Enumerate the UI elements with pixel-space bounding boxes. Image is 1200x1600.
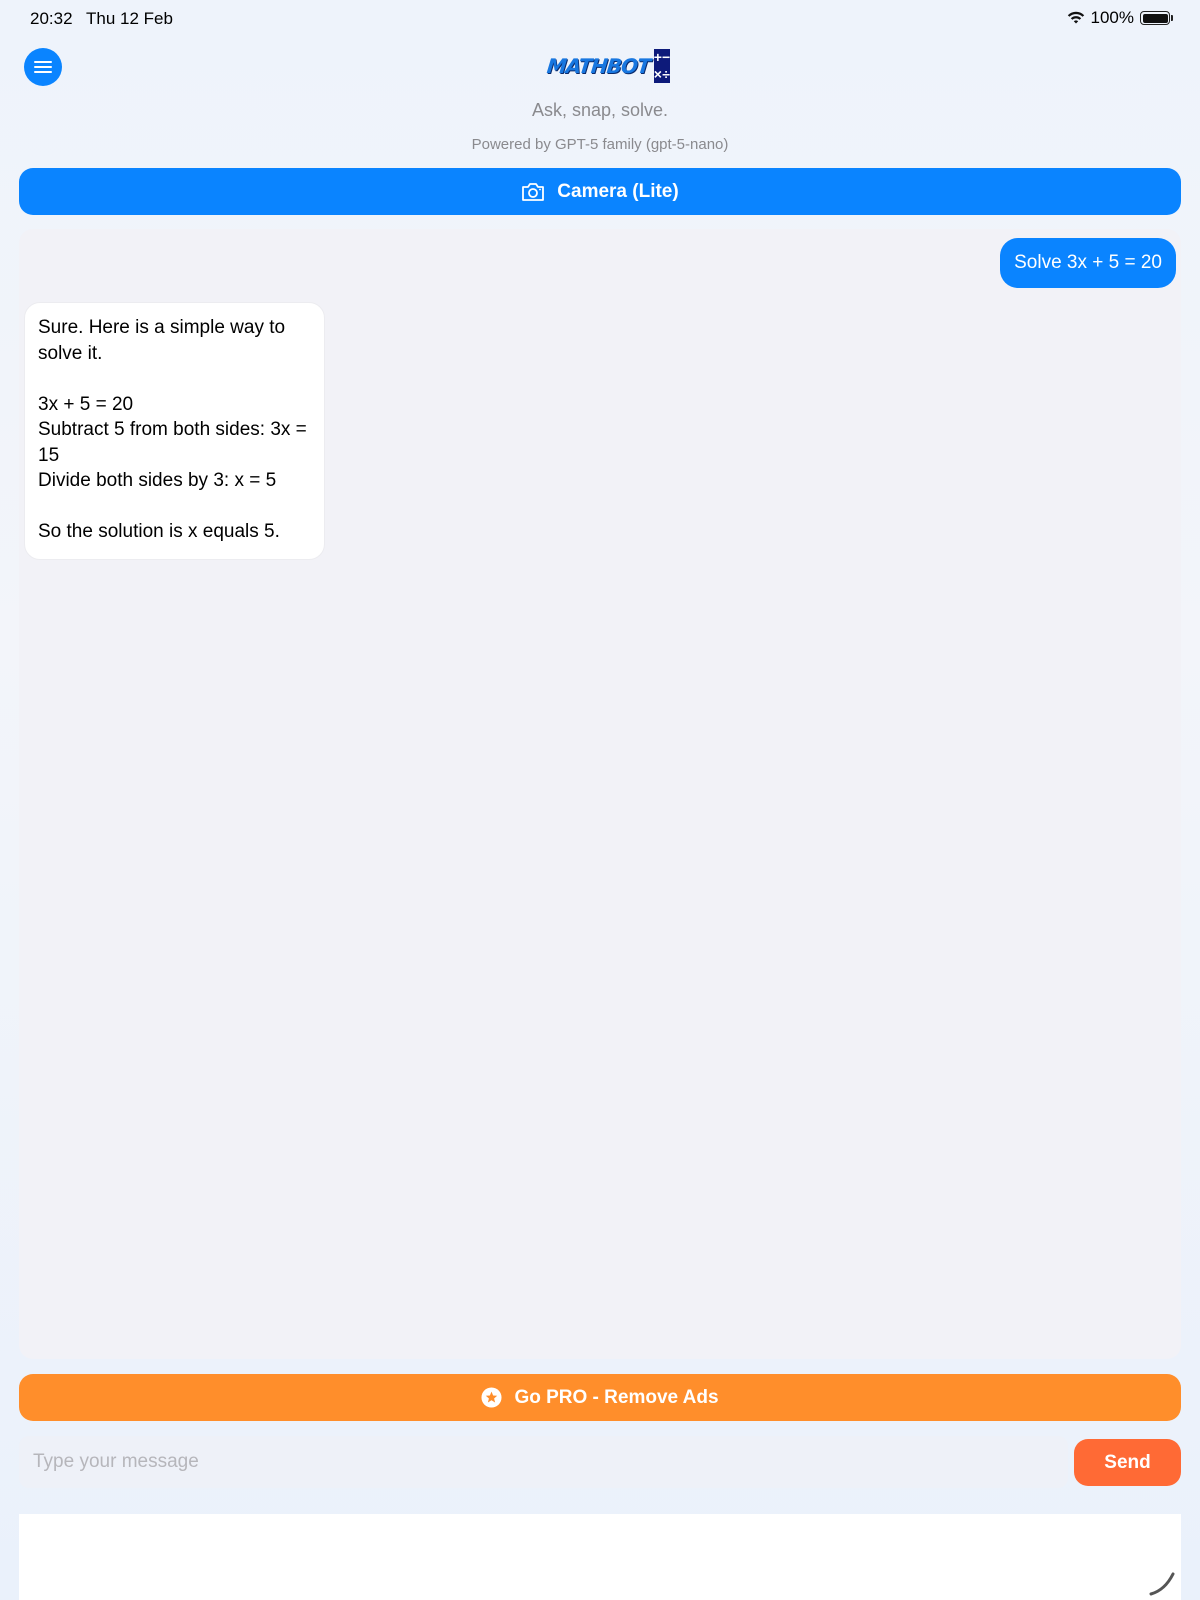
assistant-message-bubble: Sure. Here is a simple way to solve it. … [24,302,325,560]
camera-button-label: Camera (Lite) [557,180,679,202]
menu-button[interactable] [24,48,62,86]
send-button[interactable]: Send [1074,1439,1181,1486]
camera-button[interactable]: Camera (Lite) [19,168,1181,215]
star-circle-icon [481,1387,502,1408]
battery-percent: 100% [1090,8,1134,27]
status-indicators: 100% [1067,8,1173,28]
logo-text: MATHBOT [545,54,652,78]
resize-handle-icon[interactable] [1147,1566,1177,1596]
hamburger-menu-icon [34,61,52,73]
go-pro-label: Go PRO - Remove Ads [514,1386,719,1408]
go-pro-button[interactable]: Go PRO - Remove Ads [19,1374,1181,1421]
status-time: 20:32 [30,9,73,28]
powered-by-label: Powered by GPT-5 family (gpt-5-nano) [471,136,729,153]
chat-messages[interactable]: Solve 3x + 5 = 20 Sure. Here is a simple… [19,229,1181,1359]
camera-icon [522,182,545,201]
composer: Send [19,1436,1181,1488]
status-date: Thu 12 Feb [86,9,173,28]
message-input[interactable] [19,1436,1068,1488]
battery-icon [1140,11,1173,25]
ad-banner[interactable] [19,1514,1181,1600]
user-message-bubble: Solve 3x + 5 = 20 [1000,238,1176,288]
status-bar: 20:32 Thu 12 Feb 100% [0,0,1200,38]
tagline: Ask, snap, solve. [531,100,669,120]
mathbot-logo: MATHBOT + − × ÷ [545,48,671,84]
logo-math-symbols: + − × ÷ [653,49,671,83]
wifi-icon [1067,11,1084,24]
